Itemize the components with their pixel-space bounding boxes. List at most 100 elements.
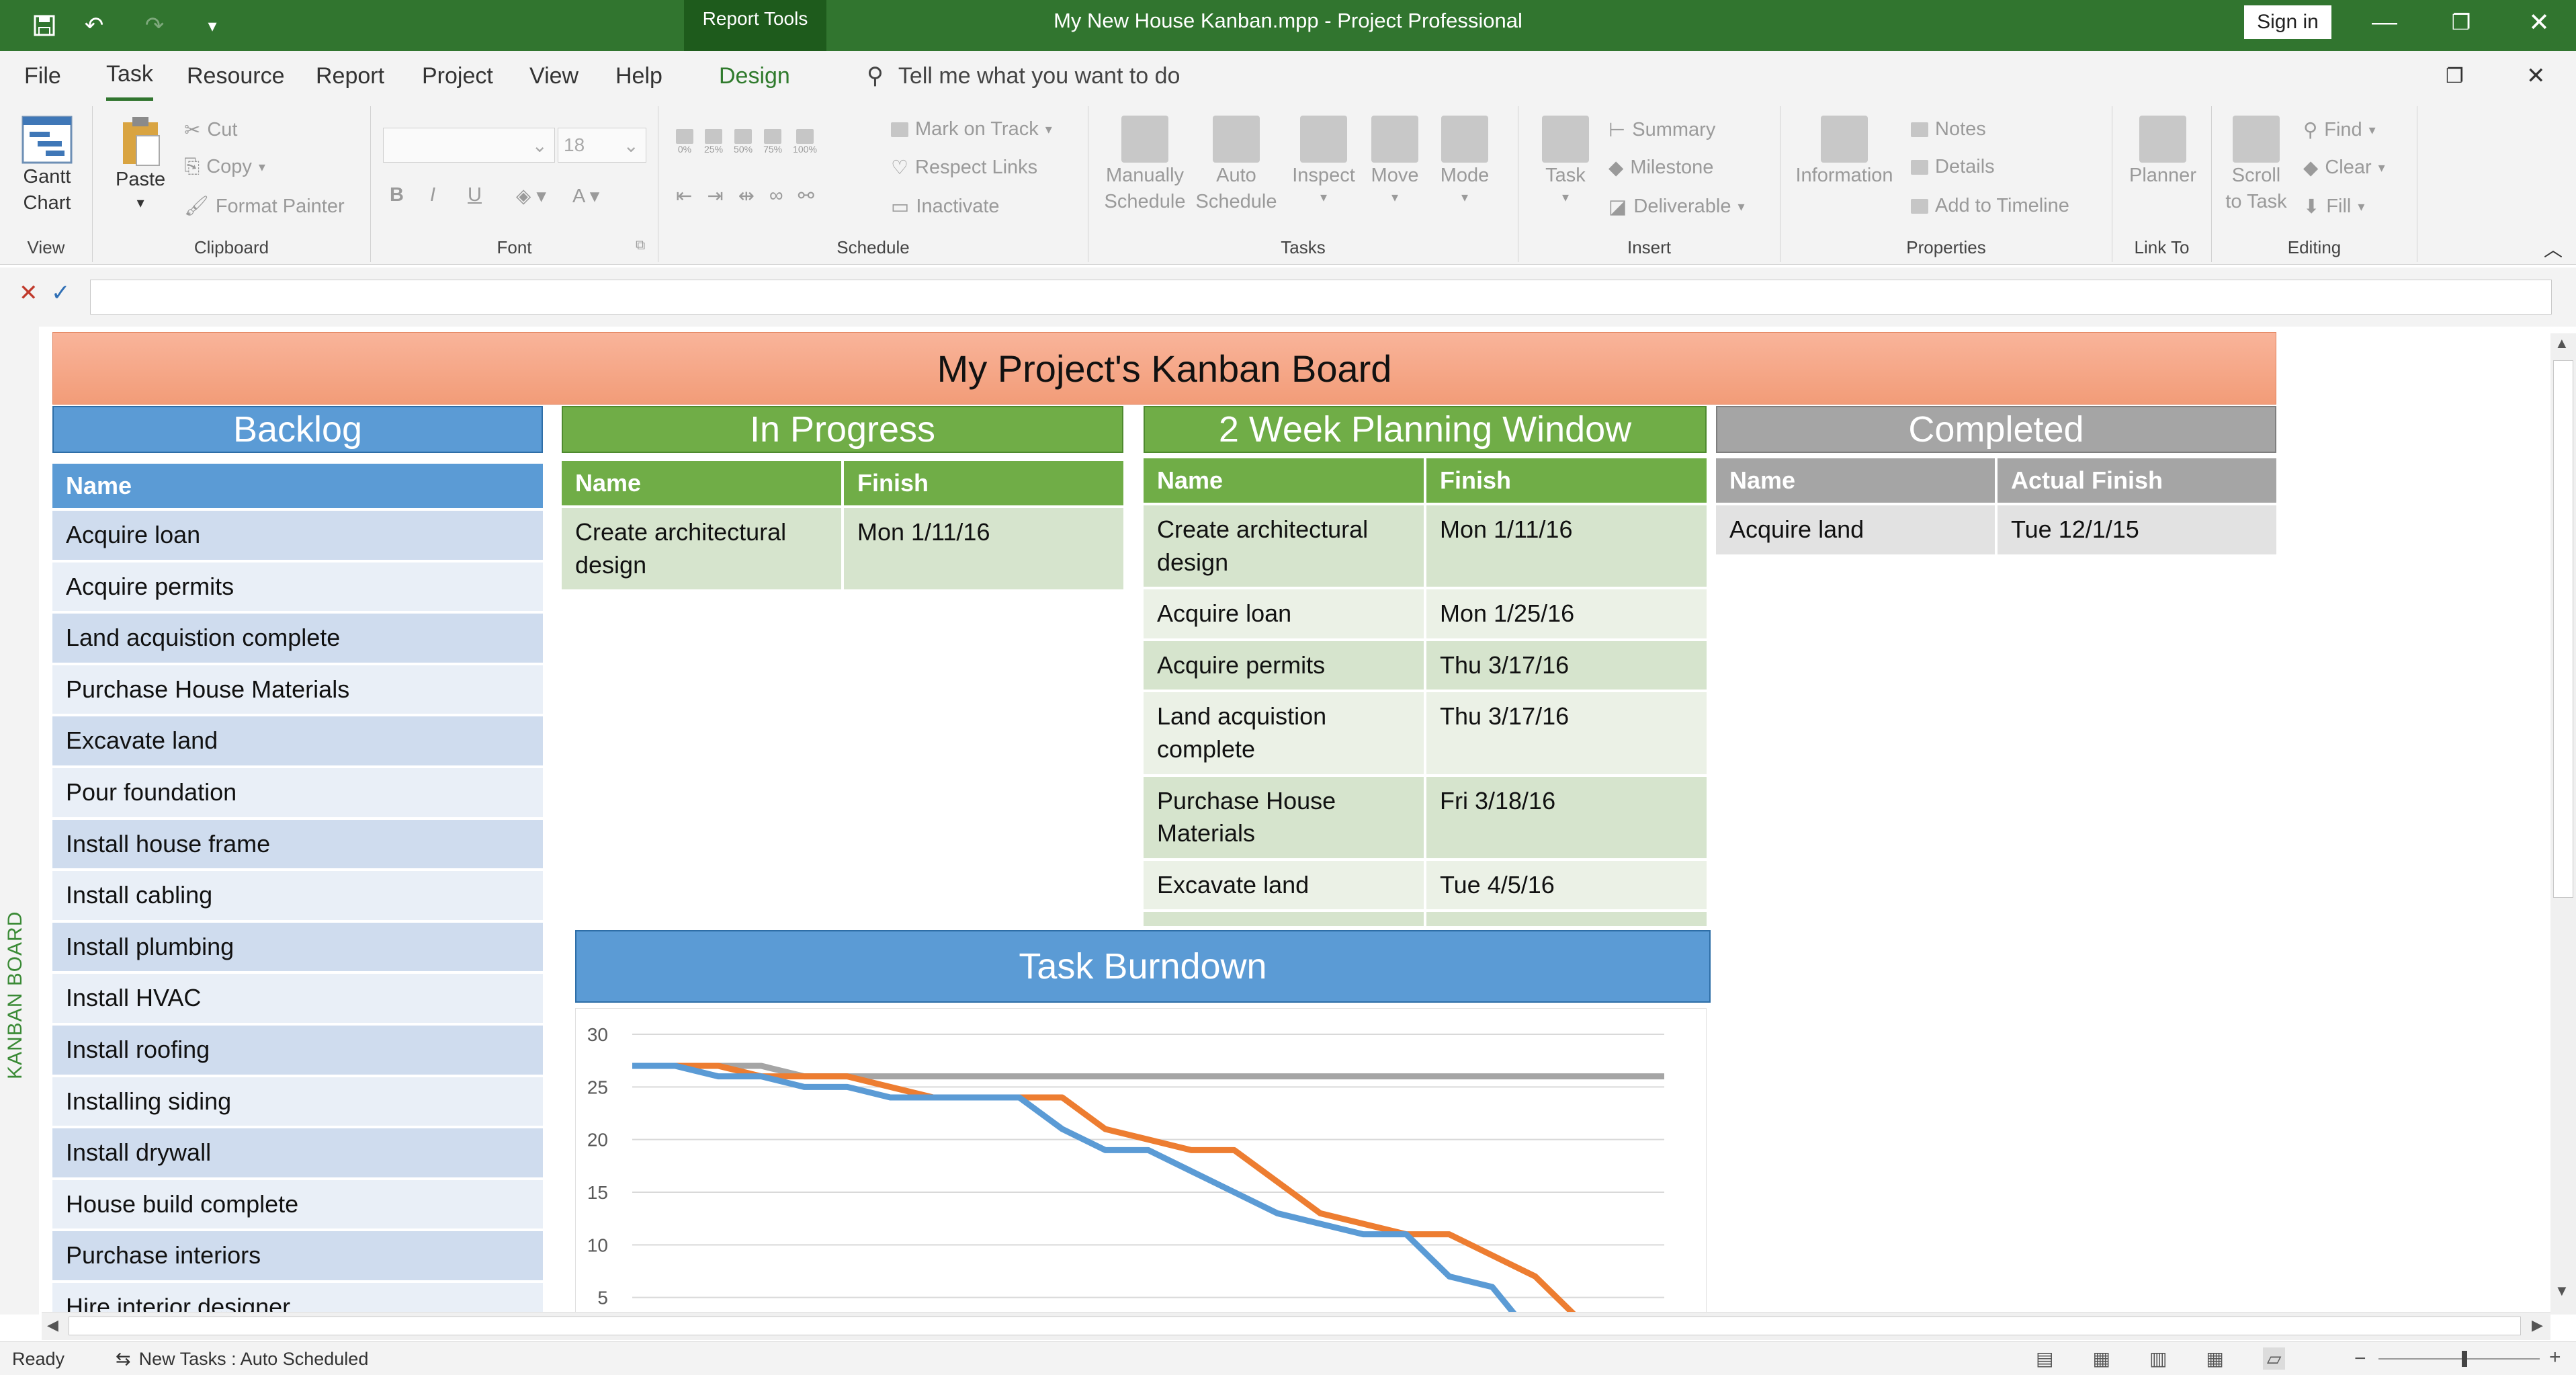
report-view-icon[interactable]: ▱ [2262, 1347, 2286, 1370]
italic-button[interactable]: I [430, 184, 435, 206]
outdent-icon[interactable]: ⇤ [676, 184, 692, 208]
add-to-timeline-button[interactable]: Add to Timeline [1911, 195, 2069, 217]
mark-on-track-button[interactable]: Mark on Track ▾ [891, 118, 1052, 140]
vertical-scroll-thumb[interactable] [2553, 360, 2573, 898]
table-row[interactable]: Excavate land [52, 716, 543, 765]
percent-0-button[interactable]: 0% [676, 129, 693, 155]
table-row[interactable]: Purchase House Materials [52, 665, 543, 714]
vertical-scrollbar[interactable]: ▲ ▼ [2550, 333, 2576, 1315]
close-window-icon[interactable]: ✕ [2502, 0, 2576, 44]
link-tasks-icon[interactable]: ∞ [769, 185, 783, 207]
zoom-out-icon[interactable]: − [2354, 1347, 2366, 1370]
sheet-view-icon[interactable]: ▦ [2206, 1347, 2223, 1370]
bold-button[interactable]: B [390, 184, 404, 206]
table-row[interactable]: Install cabling [52, 871, 543, 920]
tell-me-search[interactable]: ⚲ Tell me what you want to do [867, 51, 1180, 101]
details-button[interactable]: Details [1911, 156, 1995, 178]
auto-schedule-button[interactable]: Auto Schedule [1196, 116, 1277, 215]
horizontal-scrollbar[interactable]: ◀ ▶ [42, 1312, 2550, 1340]
zoom-in-icon[interactable]: + [2549, 1346, 2561, 1369]
clear-button[interactable]: ◆ Clear ▾ [2303, 156, 2385, 179]
summary-button[interactable]: ⊢ Summary [1608, 118, 1715, 142]
table-row[interactable]: Install HVAC [52, 974, 543, 1023]
scroll-down-icon[interactable]: ▼ [2554, 1282, 2569, 1300]
scroll-right-icon[interactable]: ▶ [2532, 1317, 2543, 1334]
close-document-icon[interactable]: ✕ [2526, 51, 2546, 101]
table-row[interactable]: Install house frame [52, 819, 543, 869]
undo-icon[interactable]: ↶ [74, 0, 114, 51]
notes-button[interactable]: Notes [1911, 118, 1986, 140]
new-tasks-mode[interactable]: ⇆ New Tasks : Auto Scheduled [116, 1349, 368, 1370]
entry-input[interactable] [90, 280, 2552, 315]
milestone-button[interactable]: ◆ Milestone [1608, 156, 1713, 179]
scroll-left-icon[interactable]: ◀ [47, 1317, 58, 1334]
respect-links-button[interactable]: ♡ Respect Links [891, 156, 1037, 179]
table-row[interactable]: Acquire permits Thu 3/17/16 [1144, 640, 1707, 690]
manually-schedule-button[interactable]: Manually Schedule [1105, 116, 1185, 215]
scroll-up-icon[interactable]: ▲ [2554, 335, 2569, 352]
fill-color-icon[interactable]: ◈ ▾ [516, 184, 546, 208]
mode-button[interactable]: Mode ▾ [1431, 116, 1498, 207]
scroll-to-task-button[interactable]: Scroll to Task [2223, 116, 2290, 215]
restore-icon[interactable]: ❐ [2424, 0, 2498, 44]
table-row[interactable]: Create architectural design Mon 1/11/16 [562, 508, 1123, 590]
font-size-select[interactable]: 18 ⌄ [558, 128, 646, 163]
information-button[interactable]: Information [1794, 116, 1895, 189]
gantt-chart-button[interactable]: Gantt Chart [13, 116, 81, 216]
unlink-tasks-icon[interactable]: ⚯ [798, 184, 814, 208]
table-row[interactable]: Installing siding [52, 1077, 543, 1126]
table-row[interactable]: Land acquistion complete [52, 614, 543, 663]
planner-button[interactable]: Planner [2126, 116, 2200, 189]
percent-75-button[interactable]: 75% [763, 129, 782, 155]
burndown-chart[interactable]: 5 10 15 20 25 30 [575, 1008, 1707, 1353]
paste-button[interactable]: Paste ▾ [116, 116, 165, 213]
tab-resource[interactable]: Resource [187, 51, 285, 101]
table-row[interactable]: Acquire loan [52, 511, 543, 560]
table-row[interactable]: Pour foundationTue 4/12/16 [1144, 912, 1707, 926]
calendar-view-icon[interactable]: ▦ [2092, 1347, 2110, 1370]
tab-project[interactable]: Project [422, 51, 493, 101]
percent-50-button[interactable]: 50% [734, 129, 753, 155]
underline-button[interactable]: U [468, 184, 482, 206]
ribbon-display-icon[interactable]: ❐ [2446, 51, 2464, 101]
cancel-entry-icon[interactable]: ✕ [19, 280, 38, 306]
deliverable-button[interactable]: ◪ Deliverable ▾ [1608, 195, 1745, 218]
format-painter-button[interactable]: 🖌 Format Painter [184, 195, 345, 218]
indent-icon[interactable]: ⇥ [707, 184, 723, 208]
table-row[interactable]: Land acquistion complete Thu 3/17/16 [1144, 692, 1707, 774]
table-row[interactable]: Acquire loan Mon 1/25/16 [1144, 589, 1707, 638]
cut-button[interactable]: ✂ Cut [184, 118, 237, 142]
fill-button[interactable]: ⬇ Fill ▾ [2303, 195, 2364, 218]
redo-icon[interactable]: ↷ [134, 0, 175, 51]
tab-design[interactable]: Design [719, 51, 790, 101]
task-usage-view-icon[interactable]: ▤ [2036, 1347, 2053, 1370]
save-icon[interactable] [24, 0, 65, 51]
font-color-icon[interactable]: A ▾ [572, 184, 599, 208]
collapse-ribbon-icon[interactable]: ︿ [2544, 235, 2563, 262]
table-row[interactable]: Acquire land Tue 12/1/15 [1716, 505, 2276, 554]
table-row[interactable]: Install drywall [52, 1128, 543, 1177]
zoom-slider[interactable] [2378, 1351, 2540, 1367]
split-task-icon[interactable]: ⇹ [738, 184, 755, 208]
move-button[interactable]: Move ▾ [1361, 116, 1428, 207]
table-row[interactable]: Install roofing [52, 1025, 543, 1075]
font-name-select[interactable]: ⌄ [383, 128, 555, 163]
insert-task-button[interactable]: Task ▾ [1532, 116, 1599, 207]
tab-view[interactable]: View [529, 51, 578, 101]
percent-25-button[interactable]: 25% [704, 129, 723, 155]
table-row[interactable]: Purchase House Materials Fri 3/18/16 [1144, 776, 1707, 858]
tab-report[interactable]: Report [316, 51, 384, 101]
inactivate-button[interactable]: ▭ Inactivate [891, 195, 1000, 218]
minimize-icon[interactable]: — [2348, 0, 2421, 44]
horizontal-scroll-thumb[interactable] [69, 1317, 2521, 1335]
inspect-button[interactable]: Inspect ▾ [1290, 116, 1357, 207]
table-row[interactable]: House build complete [52, 1179, 543, 1229]
tab-file[interactable]: File [24, 51, 61, 101]
confirm-entry-icon[interactable]: ✓ [51, 280, 71, 306]
find-button[interactable]: ⚲ Find ▾ [2303, 118, 2376, 142]
tab-help[interactable]: Help [615, 51, 662, 101]
table-row[interactable]: Pour foundation [52, 767, 543, 817]
sign-in-button[interactable]: Sign in [2244, 5, 2331, 39]
copy-button[interactable]: ⎘ Copy ▾ [184, 156, 265, 178]
customize-quick-access-icon[interactable]: ▾ [192, 0, 232, 51]
